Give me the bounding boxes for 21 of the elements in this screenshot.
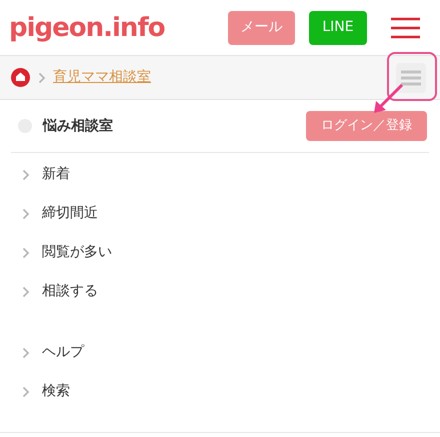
site-logo[interactable]: pigeon.info xyxy=(9,14,165,40)
chevron-icon xyxy=(38,72,46,84)
menu-item[interactable]: 締切間近 xyxy=(42,203,98,224)
menu-icon xyxy=(401,70,421,86)
menu-item[interactable]: 新着 xyxy=(42,164,70,185)
menu-item[interactable]: 検索 xyxy=(42,381,70,402)
chevron-icon xyxy=(22,286,30,298)
highlight-box xyxy=(387,52,437,101)
menu-icon[interactable] xyxy=(391,16,420,38)
chevron-icon xyxy=(22,168,30,180)
arrow xyxy=(372,84,404,114)
chevron-icon xyxy=(22,346,30,358)
chevron-icon xyxy=(22,386,30,398)
chevron-icon xyxy=(22,246,30,258)
menu-title: 悩み相談室 xyxy=(43,116,113,136)
menu-item[interactable]: 閲覧が多い xyxy=(42,242,112,263)
menu-item[interactable]: 相談する xyxy=(42,281,98,302)
menu-button[interactable] xyxy=(396,62,426,92)
menu-item[interactable]: ヘルプ xyxy=(42,342,84,363)
home-icon[interactable] xyxy=(11,68,30,87)
chevron-icon xyxy=(22,208,30,220)
